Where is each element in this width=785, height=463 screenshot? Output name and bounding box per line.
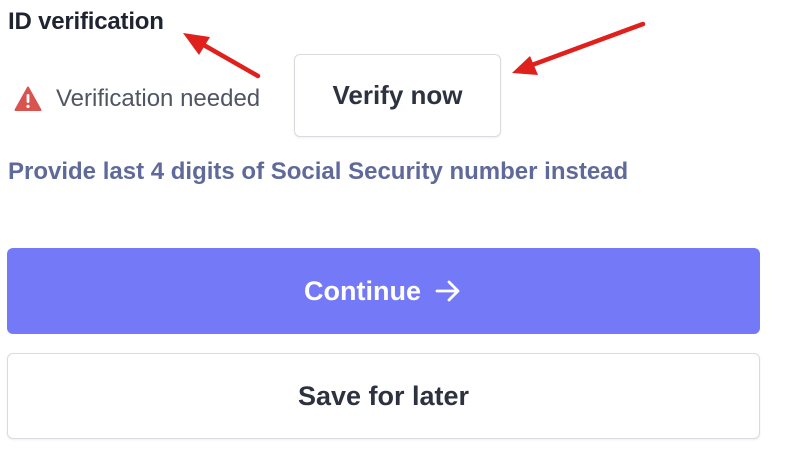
annotation-arrow-to-title [183,33,261,79]
warning-triangle-icon [14,85,42,113]
id-verification-page: ID verification Verification needed Veri… [0,0,785,463]
verification-status: Verification needed [14,80,260,118]
section-title: ID verification [8,8,164,35]
arrow-right-icon [433,276,463,306]
ssn-alternative-link[interactable]: Provide last 4 digits of Social Security… [8,158,628,186]
continue-button[interactable]: Continue [7,248,760,334]
verify-now-button[interactable]: Verify now [294,54,501,137]
continue-button-label: Continue [304,275,421,306]
save-for-later-button[interactable]: Save for later [7,353,760,439]
verification-status-text: Verification needed [56,85,261,112]
annotation-arrow-to-verify-button [512,21,646,75]
